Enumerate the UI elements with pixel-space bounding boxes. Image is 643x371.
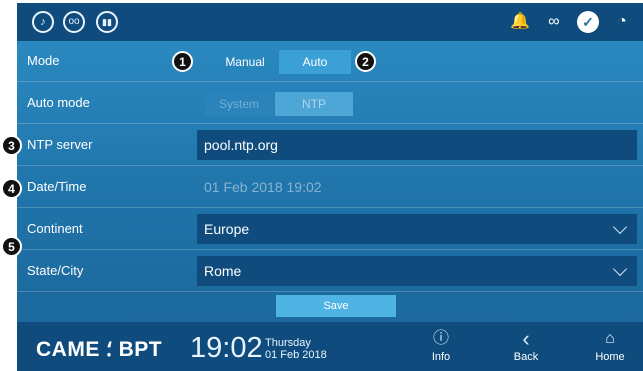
callout-3: 3 <box>1 135 22 156</box>
status-icons: 🔔 ∞ ✓ ◔ <box>509 11 633 33</box>
top-bar: ♪ oo ▮▮ 🔔 ∞ ✓ ◔ <box>17 3 643 41</box>
weekday: Thursday <box>265 337 311 349</box>
ntp-toggle[interactable]: NTP <box>275 92 353 116</box>
date-time-value: 01 Feb 2018 19:02 <box>204 179 322 195</box>
info-label: Info <box>431 351 451 363</box>
date-time-label: Date/Time <box>27 179 87 194</box>
continent-select[interactable]: Europe <box>197 214 637 244</box>
mode-row: Mode Manual Auto <box>17 41 643 82</box>
auto-mode-label: Auto mode <box>27 95 90 110</box>
chevron-down-icon <box>612 219 628 235</box>
back-button[interactable]: ‹ Back <box>498 326 554 364</box>
clock-time: 19:02 <box>190 332 263 364</box>
state-city-row: State/City Rome <box>17 251 643 292</box>
ntp-server-label: NTP server <box>27 137 93 152</box>
doorbell-icon[interactable]: ▮▮ <box>96 11 118 33</box>
callout-4: 4 <box>1 178 22 199</box>
callout-5: 5 <box>1 236 22 257</box>
mode-label: Mode <box>27 53 60 68</box>
continent-row: Continent Europe <box>17 209 643 250</box>
back-icon: ‹ <box>522 326 530 351</box>
continent-label: Continent <box>27 221 83 236</box>
check-icon: ✓ <box>577 11 599 33</box>
bell-icon: 🔔 <box>510 13 530 30</box>
home-icon: ⌂ <box>605 330 615 347</box>
calendar-date: 01 Feb 2018 <box>265 349 327 361</box>
brand-logo: CAME ⸵ BPT <box>36 338 163 361</box>
callout-1: 1 <box>172 51 193 72</box>
voicemail-icon[interactable]: oo <box>63 11 85 33</box>
ntp-server-input[interactable]: pool.ntp.org <box>197 130 637 160</box>
state-city-select[interactable]: Rome <box>197 256 637 286</box>
wifi-icon: ◔ <box>617 13 627 30</box>
system-toggle[interactable]: System <box>205 92 273 116</box>
back-label: Back <box>513 351 539 363</box>
home-button[interactable]: ⌂ Home <box>582 330 638 363</box>
bottom-bar: CAME ⸵ BPT 19:02 Thursday 01 Feb 2018 ⓘ … <box>17 322 643 371</box>
date-time-row: Date/Time 01 Feb 2018 19:02 <box>17 167 643 208</box>
clock-date: Thursday 01 Feb 2018 <box>265 337 327 361</box>
settings-screen: ♪ oo ▮▮ 🔔 ∞ ✓ ◔ Mode Manual Auto Auto mo… <box>17 3 643 371</box>
ntp-server-row: NTP server pool.ntp.org <box>17 125 643 166</box>
chevron-down-icon <box>612 261 628 277</box>
auto-mode-row: Auto mode System NTP <box>17 83 643 124</box>
info-button[interactable]: ⓘ Info <box>413 330 469 363</box>
link-icon: ∞ <box>548 13 560 30</box>
state-city-label: State/City <box>27 263 84 278</box>
continent-value: Europe <box>204 221 250 237</box>
auto-toggle[interactable]: Auto <box>279 50 351 74</box>
home-label: Home <box>595 351 625 363</box>
manual-toggle[interactable]: Manual <box>211 50 279 74</box>
save-button[interactable]: Save <box>276 295 396 317</box>
state-city-value: Rome <box>204 263 242 279</box>
callout-2: 2 <box>355 51 376 72</box>
mute-icon[interactable]: ♪ <box>32 11 54 33</box>
info-icon: ⓘ <box>432 330 449 347</box>
